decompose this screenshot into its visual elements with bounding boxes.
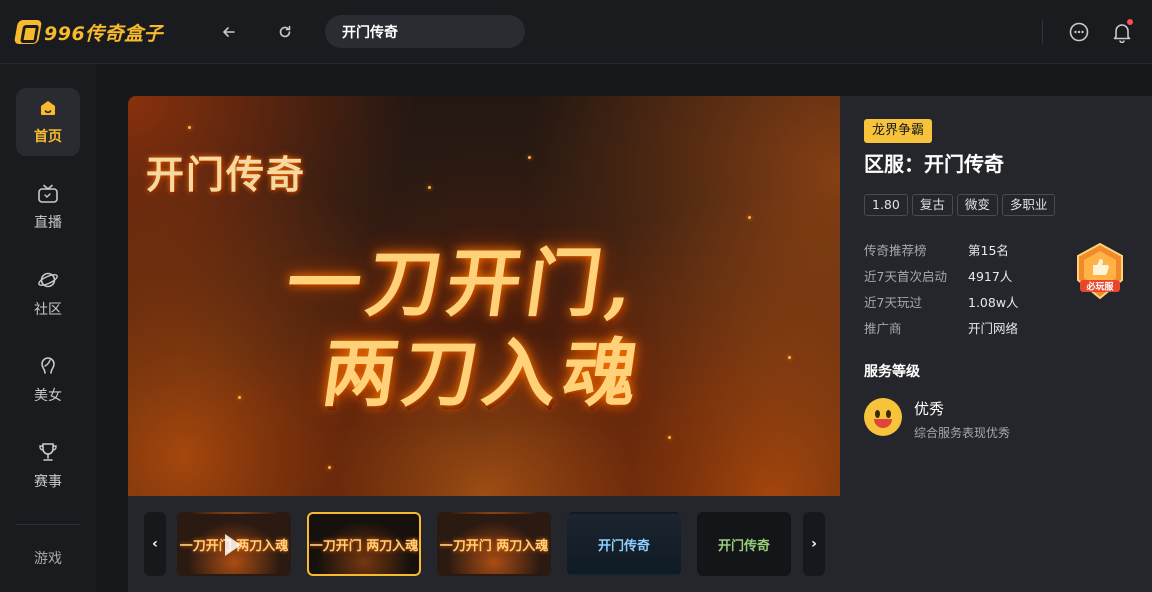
server-chips: 1.80 复古 微变 多职业 — [864, 194, 1056, 216]
stat-key: 推广商 — [864, 320, 902, 336]
spark-decoration — [328, 466, 331, 469]
search-input[interactable] — [342, 23, 538, 40]
stat-value: 4917人 — [968, 268, 1013, 284]
stat-value: 开门网络 — [968, 320, 1019, 336]
search-box — [325, 15, 538, 48]
spark-decoration — [528, 156, 531, 159]
stat-row: 近7天首次启动 4917人 — [864, 262, 1019, 288]
thumbnail-caption: 一刀开门 两刀入魂 — [309, 538, 419, 554]
service-level-desc: 综合服务表现优秀 — [914, 426, 1011, 440]
thumbnail-item[interactable]: 开门传奇 — [567, 512, 681, 576]
arrow-left-icon — [223, 27, 235, 37]
notification-button[interactable] — [1109, 19, 1135, 45]
play-icon — [225, 534, 241, 556]
spark-decoration — [188, 126, 191, 129]
sidebar: 首页 直播 社区 美女 赛事 游戏 — [0, 64, 96, 592]
stat-value: 第15名 — [968, 242, 1009, 258]
home-icon — [41, 101, 55, 115]
thumbnail-strip: ‹ 一刀开门 两刀入魂 一刀开门 两刀入魂 一刀开门 两刀入魂 开门传奇 开门传… — [128, 496, 840, 592]
spark-decoration — [788, 356, 791, 359]
logo-mark-icon — [13, 20, 43, 44]
spark-decoration — [238, 396, 241, 399]
sidebar-item-esports[interactable]: 赛事 — [16, 432, 80, 500]
tv-icon — [38, 184, 58, 203]
service-level-value: 优秀 — [914, 400, 945, 418]
planet-icon — [38, 272, 58, 288]
top-bar-divider — [1042, 20, 1043, 44]
chip-variant: 微变 — [956, 194, 998, 216]
thumbnail-item[interactable]: 一刀开门 两刀入魂 — [437, 512, 551, 576]
stat-row: 推广商 开门网络 — [864, 314, 1019, 340]
back-button[interactable] — [217, 20, 241, 44]
notification-dot — [1127, 19, 1133, 25]
next-thumbnail-button[interactable]: › — [803, 512, 825, 576]
thumbnail-caption: 开门传奇 — [597, 538, 650, 554]
server-title: 区服：开门传奇 — [864, 152, 1004, 176]
stat-row: 传奇推荐榜 第15名 — [864, 236, 1019, 262]
hero-banner[interactable]: 开门传奇 一刀开门, 两刀入魂 — [128, 96, 840, 496]
sidebar-item-label: 社区 — [34, 302, 62, 318]
refresh-button[interactable] — [273, 20, 297, 44]
stat-value: 1.08w人 — [968, 294, 1019, 310]
sidebar-item-live[interactable]: 直播 — [16, 174, 80, 242]
service-level-title: 服务等级 — [864, 364, 920, 380]
chip-version: 1.80 — [864, 194, 908, 216]
sidebar-item-label: 美女 — [34, 388, 62, 404]
stat-row: 近7天玩过 1.08w人 — [864, 288, 1019, 314]
thumbnail-video[interactable]: 一刀开门 两刀入魂 — [177, 512, 291, 576]
thumbnail-caption: 开门传奇 — [717, 538, 770, 554]
chevron-left-icon: ‹ — [152, 536, 158, 552]
sidebar-item-community[interactable]: 社区 — [16, 260, 80, 328]
sidebar-item-beauty[interactable]: 美女 — [16, 346, 80, 414]
hero-game-logo: 开门传奇 — [146, 152, 307, 197]
sidebar-item-label: 直播 — [34, 215, 62, 231]
spark-decoration — [748, 216, 751, 219]
thumbnail-item[interactable]: 开门传奇 — [697, 512, 791, 576]
top-bar: 996传奇盒子 — [0, 0, 1152, 64]
spark-decoration — [668, 436, 671, 439]
smiley-icon — [864, 398, 902, 436]
chevron-right-icon: › — [811, 536, 817, 552]
must-play-badge-icon: 必玩服 — [1077, 242, 1123, 300]
badge-label: 必玩服 — [1085, 281, 1114, 293]
chip-class: 多职业 — [1001, 194, 1056, 216]
sidebar-item-label: 赛事 — [34, 474, 62, 490]
hero-slogan-line2: 两刀入魂 — [317, 331, 650, 417]
server-info-panel: 龙界争霸 区服：开门传奇 1.80 复古 微变 多职业 传奇推荐榜 第15名 近… — [840, 96, 1152, 592]
chip-style: 复古 — [911, 194, 953, 216]
category-tag[interactable]: 龙界争霸 — [864, 119, 933, 143]
message-button[interactable] — [1066, 19, 1092, 45]
sidebar-item-label: 首页 — [34, 129, 62, 145]
trophy-icon — [39, 443, 57, 461]
prev-thumbnail-button[interactable]: ‹ — [144, 512, 166, 576]
sidebar-item-games[interactable]: 游戏 — [16, 548, 80, 568]
sidebar-item-home[interactable]: 首页 — [16, 88, 80, 156]
stats-list: 传奇推荐榜 第15名 近7天首次启动 4917人 近7天玩过 1.08w人 推广… — [864, 236, 1019, 340]
beauty-icon — [41, 357, 55, 374]
app-logo[interactable]: 996传奇盒子 — [13, 18, 164, 46]
stat-key: 传奇推荐榜 — [864, 242, 927, 258]
refresh-icon — [279, 25, 291, 38]
sidebar-divider — [16, 524, 80, 525]
thumbnail-item[interactable]: 一刀开门 两刀入魂 — [307, 512, 421, 576]
stat-key: 近7天首次启动 — [864, 268, 947, 284]
spark-decoration — [428, 186, 431, 189]
app-logo-text: 996传奇盒子 — [44, 22, 164, 45]
chat-bubble-icon — [1069, 22, 1089, 42]
stat-key: 近7天玩过 — [864, 294, 922, 310]
thumbnail-caption: 一刀开门 两刀入魂 — [439, 538, 549, 554]
